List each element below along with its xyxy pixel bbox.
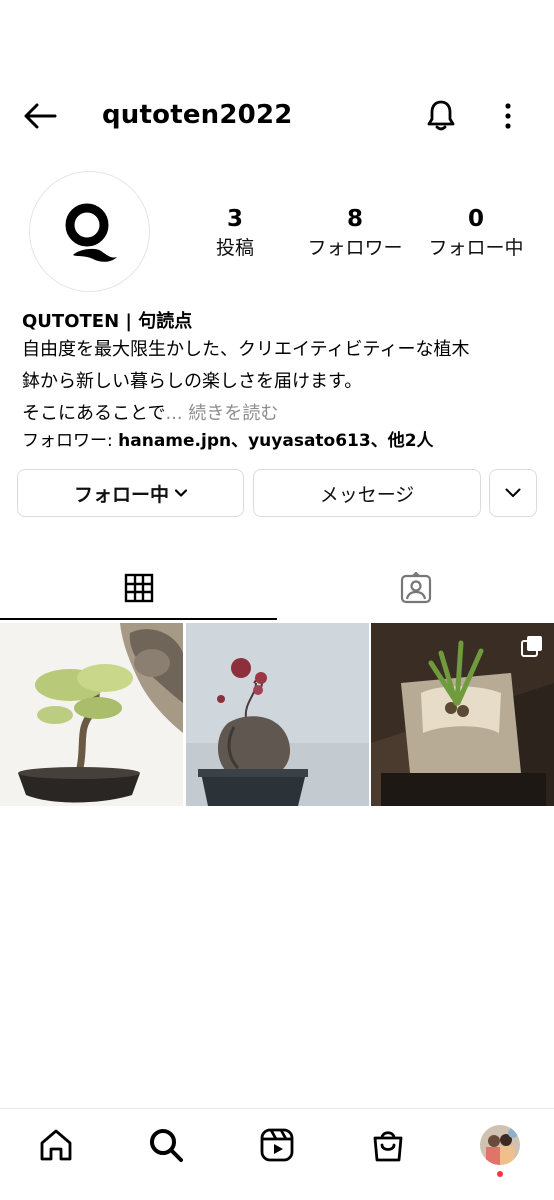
bell-icon [427, 100, 455, 131]
chevron-down-icon [505, 488, 521, 497]
tab-tagged[interactable] [277, 555, 554, 620]
profile-avatar[interactable] [29, 171, 150, 292]
back-button[interactable] [20, 98, 60, 134]
following-button-label: フォロー中 [73, 483, 169, 506]
stat-following-label: フォロー中 [428, 237, 524, 259]
stat-followers[interactable]: 8 フォロワー [300, 204, 410, 262]
posts-grid [0, 623, 554, 806]
read-more-link[interactable]: ... 続きを読む [165, 403, 278, 424]
following-button[interactable]: フォロー中 [17, 469, 244, 517]
stat-followers-count: 8 [346, 206, 363, 232]
search-icon [150, 1129, 183, 1162]
bottom-navigation [0, 1108, 554, 1200]
suggested-accounts-button[interactable] [489, 469, 537, 517]
bio-line-2: 鉢から新しい暮らしの楽しさを届けます。 [22, 371, 363, 392]
nav-home[interactable] [34, 1123, 78, 1167]
active-tab-indicator [0, 618, 277, 620]
home-icon [40, 1129, 72, 1161]
grid-icon [124, 573, 153, 602]
followed-by-prefix: フォロワー: [22, 431, 119, 451]
shop-icon [373, 1131, 403, 1162]
bio-line-3: そこにあることで... 続きを読む [22, 400, 534, 428]
notifications-button[interactable] [422, 96, 460, 136]
message-button-label: メッセージ [319, 483, 415, 506]
stat-followers-label: フォロワー [307, 237, 403, 259]
nav-shop[interactable] [366, 1123, 410, 1167]
stat-posts-count: 3 [226, 206, 243, 232]
stat-following[interactable]: 0 フォロー中 [420, 204, 532, 262]
post-thumbnail[interactable] [186, 623, 369, 806]
profile-avatar-icon [480, 1125, 520, 1165]
profile-tabs [0, 555, 554, 620]
nav-reels[interactable] [255, 1123, 299, 1167]
reels-icon [260, 1128, 294, 1162]
stat-following-count: 0 [467, 206, 484, 232]
caudex-plant-photo [186, 623, 369, 806]
tab-posts-grid[interactable] [0, 555, 277, 620]
more-options-button[interactable] [494, 96, 522, 136]
bonsai-photo [0, 623, 183, 806]
stat-posts[interactable]: 3 投稿 [195, 204, 275, 262]
profile-bio: QUTOTEN | 句読点 自由度を最大限生かした、クリエイティビティーな植木 … [22, 308, 534, 454]
nav-profile[interactable] [478, 1123, 522, 1177]
bio-line-3-text: そこにあることで [22, 403, 166, 424]
stat-posts-label: 投稿 [215, 237, 254, 259]
profile-header: qutoten2022 [0, 90, 554, 142]
followed-by-names: haname.jpn、yuyasato613、他2人 [118, 431, 434, 451]
more-vertical-icon [505, 103, 511, 129]
message-button[interactable]: メッセージ [253, 469, 481, 517]
nav-search[interactable] [144, 1123, 188, 1167]
post-thumbnail[interactable] [0, 623, 183, 806]
notification-dot [497, 1171, 503, 1177]
arrow-left-icon [24, 103, 57, 129]
bio-line-1: 自由度を最大限生かした、クリエイティビティーな植木 [22, 339, 470, 360]
post-thumbnail[interactable] [371, 623, 554, 806]
followed-by[interactable]: フォロワー: haname.jpn、yuyasato613、他2人 [22, 428, 534, 454]
tagged-person-icon [400, 571, 431, 603]
qutoten-logo [65, 203, 117, 262]
carousel-icon [521, 636, 542, 657]
profile-display-name: QUTOTEN | 句読点 [22, 311, 193, 332]
profile-username: qutoten2022 [102, 100, 293, 130]
chevron-down-icon [175, 489, 187, 497]
